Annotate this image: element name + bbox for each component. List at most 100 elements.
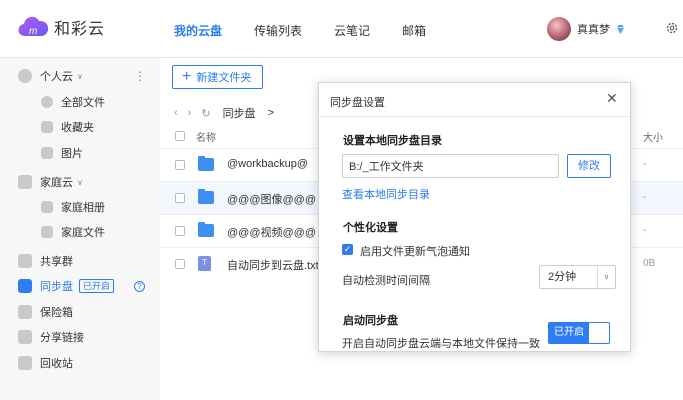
more-options-icon[interactable]: ⋮	[134, 69, 146, 83]
interval-label: 自动检测时间间隔	[342, 275, 430, 287]
section-title-personalization: 个性化设置	[343, 222, 398, 234]
sidebar-item-label: 家庭相册	[61, 202, 105, 214]
trash-icon	[18, 356, 32, 370]
top-header: m 和彩云 我的云盘 传输列表 云笔记 邮箱 真真梦	[0, 0, 683, 58]
sidebar-item-share-group[interactable]: 共享群	[0, 250, 160, 272]
view-local-directory-link[interactable]: 查看本地同步目录	[342, 186, 430, 202]
help-icon[interactable]: ?	[134, 280, 146, 292]
row-checkbox[interactable]	[175, 193, 185, 203]
user-menu[interactable]: 真真梦	[547, 17, 626, 41]
all-files-icon	[41, 96, 53, 108]
vip-diamond-icon	[616, 24, 625, 34]
folder-icon	[41, 226, 53, 238]
interval-value: 2分钟	[548, 271, 577, 283]
breadcrumb-current[interactable]: 同步盘	[223, 105, 256, 121]
avatar[interactable]	[547, 17, 571, 41]
sidebar-item-safe-box[interactable]: 保险箱	[0, 301, 160, 323]
back-arrow-icon[interactable]: ‹	[174, 107, 178, 119]
sidebar-item-sync-disk[interactable]: 同步盘 已开启 ?	[0, 275, 160, 297]
link-icon	[18, 330, 32, 344]
bubble-notice-checkbox[interactable]: ✓	[342, 244, 353, 255]
sidebar-item-label: 保险箱	[40, 307, 73, 319]
sidebar-item-label: 全部文件	[61, 97, 105, 109]
toggle-label: 已开启	[549, 323, 589, 343]
sidebar-item-family-files[interactable]: 家庭文件	[0, 221, 160, 243]
nav-my-cloud[interactable]: 我的云盘	[174, 22, 222, 39]
safe-icon	[18, 305, 32, 319]
text-file-icon: T	[198, 256, 211, 271]
album-icon	[41, 201, 53, 213]
interval-select[interactable]: 2分钟 ∨	[539, 265, 616, 289]
new-folder-button[interactable]: + 新建文件夹	[172, 65, 263, 89]
sync-icon	[18, 279, 32, 293]
sidebar-item-photos[interactable]: 图片	[0, 142, 160, 164]
file-size: -	[643, 192, 647, 203]
sidebar-item-recycle-bin[interactable]: 回收站	[0, 352, 160, 374]
sidebar-item-all-files[interactable]: 全部文件	[0, 91, 160, 113]
cloud-icon	[18, 69, 32, 83]
sidebar-item-label: 图片	[61, 148, 83, 160]
sidebar-item-favorites[interactable]: 收藏夹	[0, 116, 160, 138]
sidebar-item-label: 收藏夹	[61, 122, 94, 134]
folder-icon	[198, 222, 214, 237]
logo-text: 和彩云	[54, 21, 106, 38]
file-name[interactable]: @workbackup@	[227, 158, 308, 170]
chevron-down-icon: ∨	[77, 71, 83, 81]
sidebar-item-label: 回收站	[40, 358, 73, 370]
section-title-directory: 设置本地同步盘目录	[343, 135, 442, 147]
sidebar-item-label: 家庭文件	[61, 227, 105, 239]
column-size[interactable]: 大小	[643, 129, 663, 144]
image-icon	[41, 147, 53, 159]
sidebar-item-label: 共享群	[40, 256, 73, 268]
sidebar-item-family-cloud[interactable]: 家庭云 ∨	[0, 171, 160, 193]
row-checkbox[interactable]	[175, 259, 185, 269]
new-folder-label: 新建文件夹	[196, 72, 252, 84]
dialog-header: 同步盘设置 ✕	[319, 83, 630, 117]
nav-mailbox[interactable]: 邮箱	[402, 22, 426, 39]
close-icon[interactable]: ✕	[606, 91, 618, 105]
sync-directory-field[interactable]	[342, 154, 559, 178]
column-name[interactable]: 名称	[196, 129, 216, 144]
refresh-icon[interactable]: ↻	[201, 107, 210, 120]
heart-icon	[18, 175, 32, 189]
sidebar-item-personal-cloud[interactable]: 个人云 ∨ ⋮	[0, 65, 160, 87]
bubble-notice-label: 启用文件更新气泡通知	[360, 246, 470, 258]
main-nav: 我的云盘 传输列表 云笔记 邮箱	[174, 22, 458, 39]
folder-icon	[198, 189, 214, 204]
sync-settings-dialog: 同步盘设置 ✕ 设置本地同步盘目录 修改 查看本地同步目录 个性化设置 ✓ 启用…	[318, 82, 631, 352]
file-name[interactable]: @@@视频@@@	[227, 224, 316, 240]
sidebar-item-label: 家庭云	[40, 177, 73, 189]
svg-text:m: m	[29, 26, 37, 37]
breadcrumb-separator: >	[267, 107, 274, 119]
file-name[interactable]: 自动同步到云盘.txt	[227, 257, 319, 273]
sidebar-item-family-album[interactable]: 家庭相册	[0, 196, 160, 218]
breadcrumb: ‹ › ↻ 同步盘 >	[174, 105, 284, 121]
sidebar-item-share-link[interactable]: 分享链接	[0, 326, 160, 348]
group-icon	[18, 254, 32, 268]
file-size: -	[643, 225, 647, 236]
plus-icon: +	[182, 68, 192, 85]
chevron-down-icon: ∨	[77, 177, 83, 187]
logo[interactable]: m 和彩云	[18, 14, 105, 40]
dialog-title: 同步盘设置	[330, 97, 385, 109]
forward-arrow-icon[interactable]: ›	[188, 107, 192, 119]
folder-icon	[198, 156, 214, 171]
status-badge: 已开启	[79, 279, 115, 293]
nav-cloud-notes[interactable]: 云笔记	[334, 22, 370, 39]
sync-toggle[interactable]: 已开启	[548, 322, 610, 344]
section-title-sync: 启动同步盘	[343, 315, 398, 327]
select-all-checkbox[interactable]	[175, 131, 185, 141]
sidebar: 个人云 ∨ ⋮ 全部文件 收藏夹 图片 家庭云 ∨ 家庭相册 家庭文件 共享群 …	[0, 58, 160, 400]
row-checkbox[interactable]	[175, 160, 185, 170]
chevron-down-icon: ∨	[597, 266, 615, 288]
nav-transfer-list[interactable]: 传输列表	[254, 22, 302, 39]
folder-icon	[41, 121, 53, 133]
file-size: -	[643, 159, 647, 170]
modify-button[interactable]: 修改	[567, 154, 611, 178]
username[interactable]: 真真梦	[577, 21, 610, 37]
sidebar-item-label: 同步盘	[40, 281, 73, 293]
row-checkbox[interactable]	[175, 226, 185, 236]
gear-icon[interactable]	[665, 21, 679, 35]
file-name[interactable]: @@@图像@@@	[227, 191, 316, 207]
sync-description: 开启自动同步盘云端与本地文件保持一致	[342, 338, 540, 350]
